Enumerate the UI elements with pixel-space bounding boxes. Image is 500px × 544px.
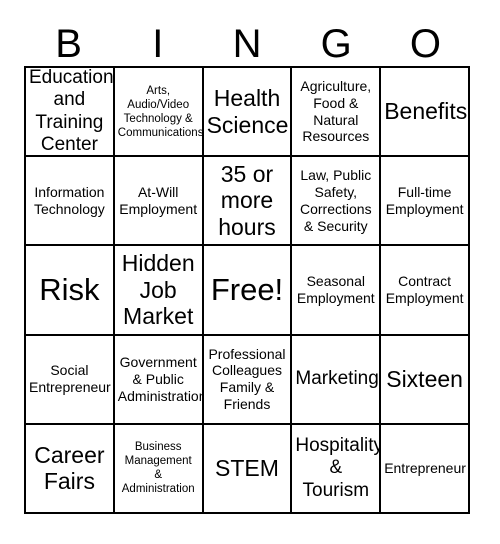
bingo-header-row: B I N G O bbox=[24, 22, 470, 66]
bingo-cell[interactable]: Benefits bbox=[381, 68, 470, 158]
bingo-grid: Education and Training Center Arts, Audio… bbox=[24, 66, 470, 514]
bingo-cell-label: Seasonal Employment bbox=[296, 273, 375, 306]
bingo-cell-label: Sixteen bbox=[386, 365, 463, 392]
bingo-cell[interactable]: Health Science bbox=[203, 68, 293, 158]
bingo-cell-label: Business Management & Administration bbox=[121, 441, 195, 496]
bingo-cell-label: Benefits bbox=[384, 98, 468, 125]
bingo-cell[interactable]: Risk bbox=[26, 246, 115, 336]
bingo-cell[interactable]: Career Fairs bbox=[26, 424, 115, 514]
bingo-cell[interactable]: Education and Training Center bbox=[26, 68, 115, 158]
bingo-cell[interactable]: Sixteen bbox=[381, 335, 470, 425]
bingo-cell[interactable]: Contract Employment bbox=[381, 246, 470, 336]
bingo-cell-label: Career Fairs bbox=[34, 441, 105, 495]
bingo-cell-label: Risk bbox=[39, 271, 100, 307]
bingo-cell-label: Free! bbox=[210, 271, 284, 307]
bingo-cell[interactable]: Seasonal Employment bbox=[292, 246, 382, 336]
bingo-cell[interactable]: 35 or more hours bbox=[203, 157, 293, 247]
bingo-header-letter-b: B bbox=[55, 22, 82, 66]
bingo-cell[interactable]: STEM bbox=[203, 424, 293, 514]
bingo-cell[interactable]: Business Management & Administration bbox=[114, 424, 204, 514]
bingo-cell-label: Agriculture, Food & Natural Resources bbox=[300, 78, 372, 145]
bingo-cell-label: Law, Public Safety, Corrections & Securi… bbox=[299, 167, 372, 234]
bingo-header-letter-n: N bbox=[232, 22, 262, 66]
bingo-cell[interactable]: At-Will Employment bbox=[114, 157, 204, 247]
bingo-cell-label: Hidden Job Market bbox=[121, 249, 195, 330]
bingo-cell[interactable]: Hidden Job Market bbox=[114, 246, 204, 336]
bingo-cell[interactable]: Government & Public Administration bbox=[114, 335, 204, 425]
bingo-cell[interactable]: Agriculture, Food & Natural Resources bbox=[292, 68, 382, 158]
bingo-cell-label: Contract Employment bbox=[385, 273, 464, 306]
bingo-cell[interactable]: Arts, Audio/Video Technology & Communica… bbox=[114, 68, 204, 158]
bingo-header-letter-o: O bbox=[409, 22, 441, 66]
bingo-cell[interactable]: Hospitality & Tourism bbox=[292, 424, 382, 514]
bingo-cell-label: Hospitality & Tourism bbox=[295, 434, 382, 501]
bingo-cell[interactable]: Social Entrepreneur bbox=[26, 335, 115, 425]
bingo-card: B I N G O Education and Training Center A… bbox=[0, 0, 500, 544]
bingo-cell[interactable]: Entrepreneur bbox=[381, 424, 470, 514]
bingo-cell[interactable]: Professional Colleagues Family & Friends bbox=[203, 335, 293, 425]
bingo-cell-label: Health Science bbox=[206, 84, 289, 138]
bingo-cell-label: Education and Training Center bbox=[29, 68, 114, 155]
bingo-header-letter-g: G bbox=[320, 22, 352, 66]
bingo-cell-label: Marketing bbox=[295, 367, 379, 389]
bingo-cell-label: At-Will Employment bbox=[119, 183, 198, 217]
bingo-cell[interactable]: Marketing bbox=[292, 335, 382, 425]
bingo-cell[interactable]: Law, Public Safety, Corrections & Securi… bbox=[292, 157, 382, 247]
bingo-cell-label: 35 or more hours bbox=[218, 160, 276, 241]
bingo-cell-label: Social Entrepreneur bbox=[29, 362, 111, 396]
bingo-cell[interactable]: Free! bbox=[203, 246, 293, 336]
bingo-cell-label: Full-time Employment bbox=[385, 183, 464, 217]
bingo-cell-label: STEM bbox=[215, 455, 279, 482]
bingo-cell-label: Entrepreneur bbox=[384, 459, 466, 476]
bingo-cell-label: Professional Colleagues Family & Friends bbox=[208, 345, 286, 412]
bingo-cell[interactable]: Full-time Employment bbox=[381, 157, 470, 247]
bingo-cell-label: Government & Public Administration bbox=[117, 354, 204, 404]
bingo-header-letter-i: I bbox=[152, 22, 164, 66]
bingo-cell-label: Arts, Audio/Video Technology & Communica… bbox=[117, 84, 204, 139]
bingo-cell[interactable]: Information Technology bbox=[26, 157, 115, 247]
bingo-cell-label: Information Technology bbox=[33, 183, 105, 217]
